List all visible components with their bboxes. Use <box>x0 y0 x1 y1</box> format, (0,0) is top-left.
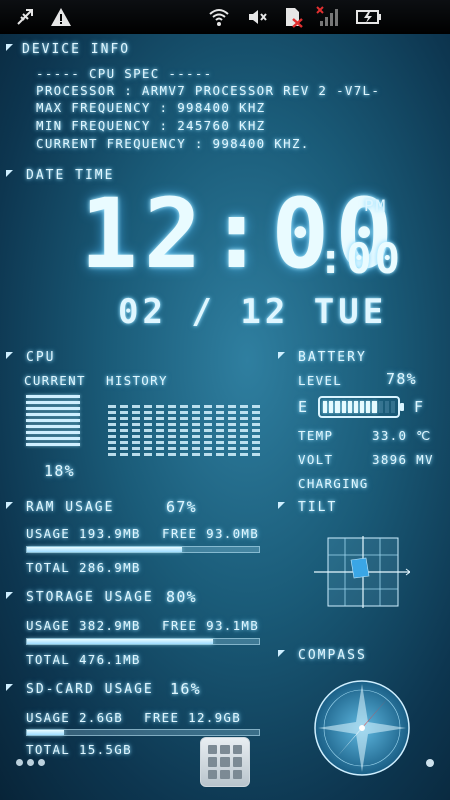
sdcard-bar <box>26 729 260 736</box>
section-marker <box>6 684 13 691</box>
cpu-spec-header: ----- CPU SPEC ----- <box>36 66 213 81</box>
storage-total: TOTAL 476.1MB <box>26 652 141 667</box>
page-indicator-left[interactable] <box>16 759 45 766</box>
cpu-history-column <box>216 396 224 456</box>
cpu-history-label: HISTORY <box>106 373 168 388</box>
clock-seconds: :00 <box>318 234 403 283</box>
battery-cell <box>323 401 328 413</box>
cpu-history-column <box>108 396 116 456</box>
battery-title: BATTERY <box>298 350 367 365</box>
cpu-history-column <box>240 396 248 456</box>
no-signal-icon <box>316 6 338 26</box>
clock-date: 02 / 12 TUE <box>118 292 388 332</box>
min-frequency-text: MIN FREQUENCY : 245760 KHZ <box>36 118 266 133</box>
max-frequency-text: MAX FREQUENCY : 998400 KHZ <box>36 100 266 115</box>
cpu-history-column <box>204 396 212 456</box>
battery-cell <box>378 401 383 413</box>
ram-usage: USAGE 193.9MB <box>26 526 141 541</box>
ram-bar <box>26 546 260 553</box>
battery-gauge <box>318 396 404 418</box>
section-marker <box>278 502 285 509</box>
ram-total: TOTAL 286.9MB <box>26 560 141 575</box>
section-marker <box>278 650 285 657</box>
mute-icon <box>249 10 267 24</box>
storage-usage: USAGE 382.9MB <box>26 618 141 633</box>
ram-title: RAM USAGE <box>26 500 115 515</box>
cpu-current-meter <box>26 395 80 449</box>
battery-volt-label: VOLT <box>298 452 334 467</box>
sdcard-title: SD-CARD USAGE <box>26 682 154 697</box>
battery-volt-value: 3896 MV <box>372 452 434 467</box>
section-marker <box>6 502 13 509</box>
section-marker <box>6 170 13 177</box>
cpu-history-column <box>228 396 236 456</box>
battery-cell <box>366 401 371 413</box>
tilt-title: TILT <box>298 500 338 515</box>
battery-cell <box>372 401 377 413</box>
section-marker <box>6 352 13 359</box>
battery-empty-label: E <box>298 398 309 416</box>
storage-title: STORAGE USAGE <box>26 590 154 605</box>
sdcard-percent: 16% <box>170 680 201 698</box>
battery-cell <box>384 401 389 413</box>
storage-bar <box>26 638 260 645</box>
cpu-history-column <box>192 396 200 456</box>
current-frequency-text: CURRENT FREQUENCY : 998400 KHZ. <box>36 136 310 151</box>
sdcard-usage: USAGE 2.6GB <box>26 710 124 725</box>
storage-percent: 80% <box>166 588 197 606</box>
battery-level-label: LEVEL <box>298 373 343 388</box>
ram-percent: 67% <box>166 498 197 516</box>
battery-cell <box>353 401 359 413</box>
sdcard-total: TOTAL 15.5GB <box>26 742 132 757</box>
cpu-history-column <box>132 396 140 456</box>
battery-charging-icon <box>356 10 381 24</box>
battery-temp-label: TEMP <box>298 428 334 443</box>
compass-title: COMPASS <box>298 648 367 663</box>
ram-bar-fill <box>27 547 183 552</box>
battery-status: CHARGING <box>298 476 369 491</box>
cpu-history-column <box>156 396 164 456</box>
battery-cell <box>390 401 396 413</box>
tilt-indicator <box>314 536 410 608</box>
page-indicator-right[interactable] <box>426 759 434 767</box>
section-marker <box>278 352 285 359</box>
cpu-current-label: CURRENT <box>24 373 86 388</box>
cpu-history-column <box>252 396 260 456</box>
battery-temp-value: 33.0 ℃ <box>372 428 432 443</box>
cpu-history-graph <box>108 396 260 456</box>
wifi-icon <box>209 9 229 26</box>
battery-full-label: F <box>414 398 425 416</box>
status-bar <box>0 0 450 34</box>
section-marker <box>6 44 13 51</box>
battery-cell <box>360 401 365 413</box>
compass-dial <box>314 680 410 776</box>
usb-icon <box>17 9 33 25</box>
cpu-history-column <box>120 396 128 456</box>
cpu-history-column <box>144 396 152 456</box>
sdcard-free: FREE 12.9GB <box>144 710 242 725</box>
processor-text: PROCESSOR : ARMV7 PROCESSOR REV 2 -V7L- <box>36 83 381 98</box>
section-marker <box>6 592 13 599</box>
storage-free: FREE 93.1MB <box>162 618 260 633</box>
battery-cell <box>347 401 352 413</box>
warning-icon <box>51 8 71 26</box>
no-sim-icon <box>286 8 303 28</box>
ram-free: FREE 93.0MB <box>162 526 260 541</box>
cpu-history-column <box>180 396 188 456</box>
app-drawer-button[interactable] <box>200 737 250 787</box>
device-info-title: DEVICE INFO <box>22 42 131 57</box>
battery-level-value: 78% <box>386 370 417 388</box>
cpu-history-column <box>168 396 176 456</box>
cpu-percent: 18% <box>44 462 75 480</box>
battery-cell <box>329 401 334 413</box>
cpu-title: CPU <box>26 350 56 365</box>
sdcard-bar-fill <box>27 730 65 735</box>
battery-cell <box>341 401 346 413</box>
battery-cell <box>335 401 340 413</box>
clock-ampm: PM <box>364 196 388 215</box>
storage-bar-fill <box>27 639 213 644</box>
